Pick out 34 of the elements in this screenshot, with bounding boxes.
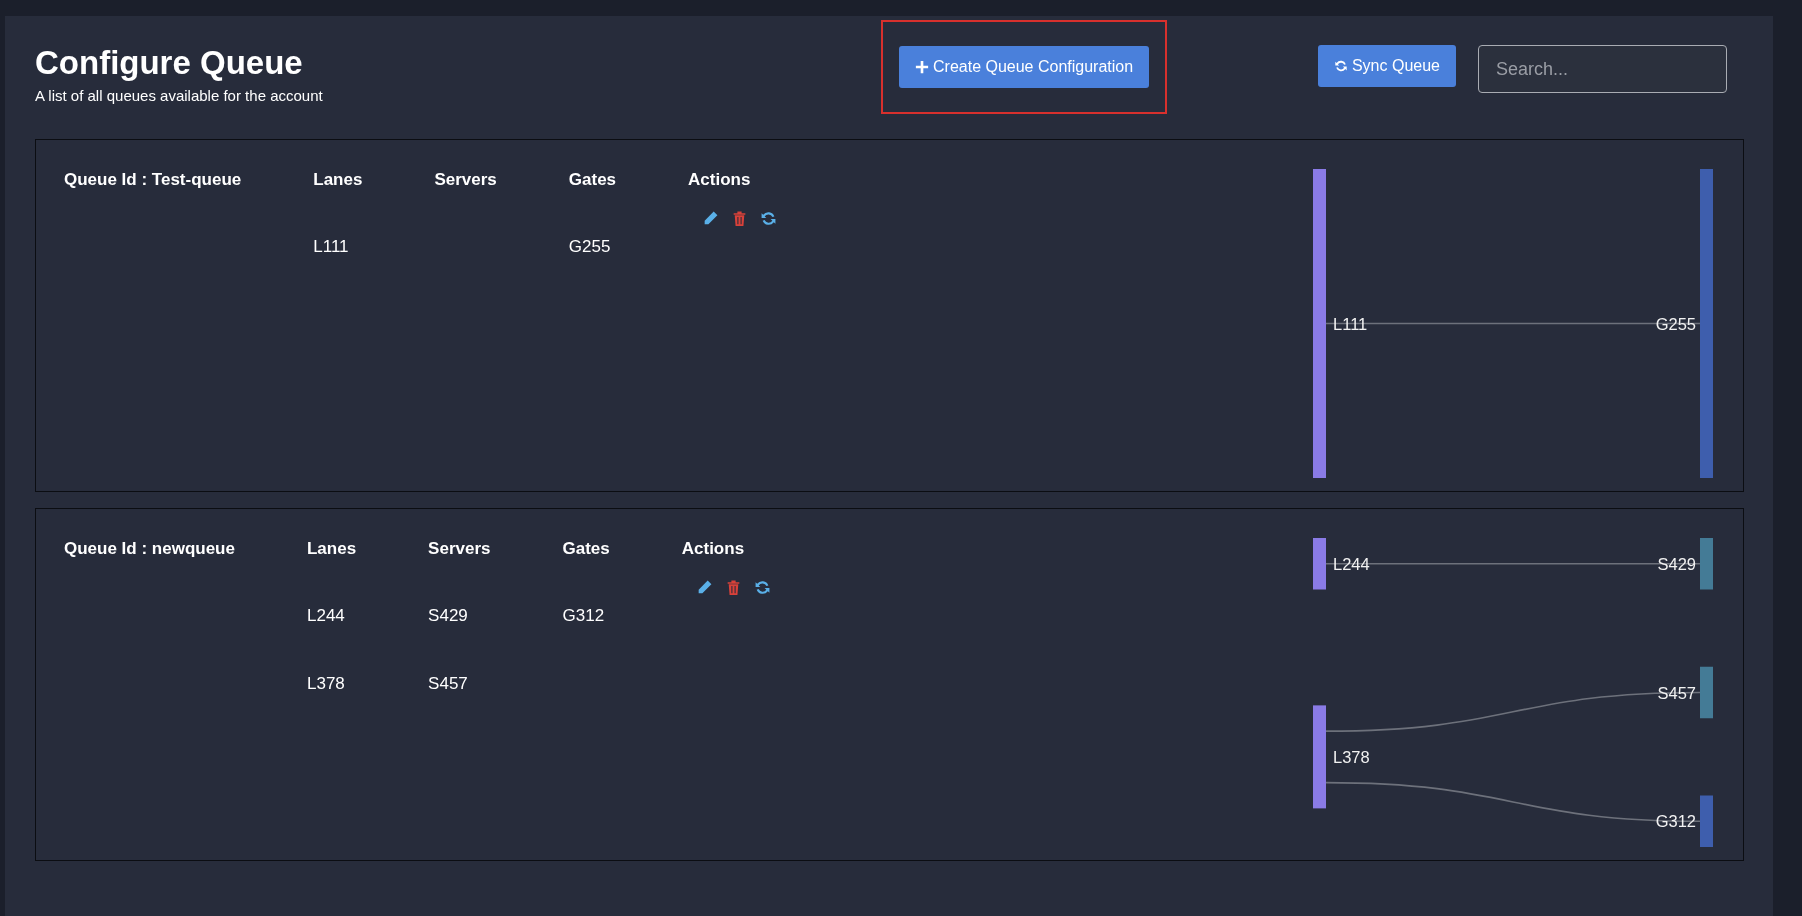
edit-icon[interactable] <box>702 210 720 227</box>
table-cell-text: L111 <box>313 237 350 258</box>
plus-icon <box>915 60 929 74</box>
table-cell-text: S429 <box>428 606 469 627</box>
node-label: S429 <box>1657 554 1696 573</box>
column-header: Servers <box>434 169 569 191</box>
create-queue-button[interactable]: Create Queue Configuration <box>899 46 1150 88</box>
sync-icon[interactable] <box>753 579 771 596</box>
table-cell-text: G255 <box>568 237 612 258</box>
node-label: G255 <box>1655 314 1696 333</box>
page-title: Configure Queue <box>35 44 304 82</box>
queue-id-label: Queue Id : newqueue <box>64 538 236 560</box>
column-header: Gates <box>568 169 689 191</box>
node-label: L111 <box>1333 314 1368 333</box>
column-header: Servers <box>428 538 492 560</box>
sync-icon[interactable] <box>760 210 778 227</box>
column-header: Actions <box>688 169 752 191</box>
table-cell-text: L244 <box>306 606 346 627</box>
queue-id-label: Queue Id : Test-queue <box>64 169 243 191</box>
sync-queue-button[interactable]: Sync Queue <box>1317 45 1456 87</box>
table-cell-text: G312 <box>562 606 606 627</box>
column-header: Gates <box>562 538 682 560</box>
column-header: Lanes <box>306 538 429 560</box>
search-field[interactable]: Search... <box>1478 45 1727 93</box>
node-label: S457 <box>1657 683 1696 702</box>
table-cell-text: S457 <box>428 674 469 695</box>
column-header: Lanes <box>313 169 364 191</box>
node-label: G312 <box>1655 812 1696 831</box>
page-subtitle: A list of all queues available for the account <box>35 87 324 104</box>
node-label: L378 <box>1333 747 1370 766</box>
column-header: Actions <box>681 538 746 560</box>
node-label: L244 <box>1333 554 1370 573</box>
sync-icon <box>1333 59 1348 73</box>
table-cell-text: L378 <box>306 674 346 695</box>
